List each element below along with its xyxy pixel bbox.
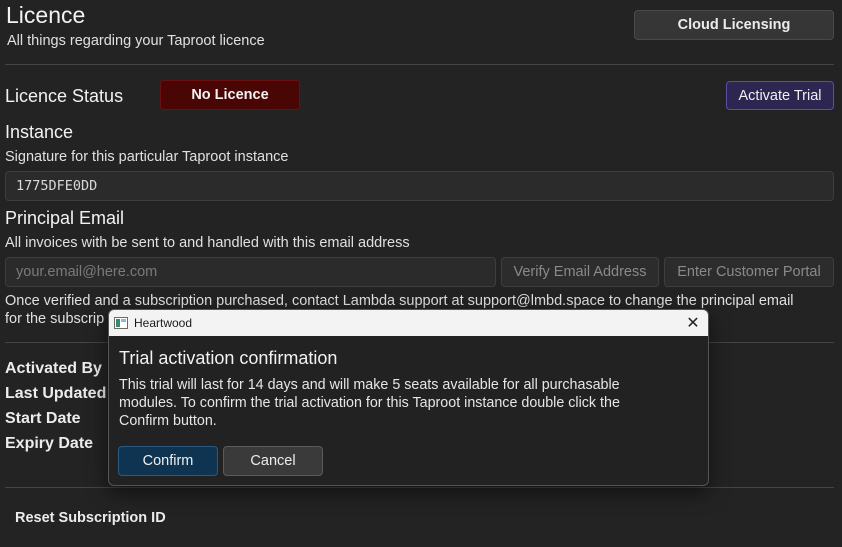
page-title: Licence — [6, 2, 86, 28]
cloud-licensing-button[interactable]: Cloud Licensing — [634, 10, 834, 40]
app-window-icon — [114, 317, 128, 329]
page-subtitle: All things regarding your Taproot licenc… — [7, 33, 265, 49]
dialog-body-line: modules. To confirm the trial activation… — [119, 395, 620, 411]
email-field[interactable] — [16, 264, 495, 280]
email-field-container — [5, 257, 496, 287]
dialog-body: This trial will last for 14 days and wil… — [119, 376, 679, 430]
instance-heading: Instance — [5, 122, 74, 142]
status-badge: No Licence — [160, 80, 300, 110]
divider — [5, 64, 834, 65]
instance-signature-field[interactable]: 1775DFE0DD — [5, 171, 834, 201]
principal-note-line2: for the subscrip — [5, 311, 105, 327]
reset-subscription-button[interactable]: Reset Subscription ID — [15, 510, 166, 526]
verify-email-button[interactable]: Verify Email Address — [501, 257, 659, 287]
trial-confirmation-dialog: Heartwood ✕ Trial activation confirmatio… — [108, 309, 709, 486]
principal-note-line1: Once verified and a subscription purchas… — [5, 293, 794, 309]
licence-status-label: Licence Status — [5, 86, 124, 106]
activated-by-label: Activated By — [5, 360, 102, 377]
instance-description: Signature for this particular Taproot in… — [5, 149, 289, 165]
principal-email-heading: Principal Email — [5, 208, 125, 228]
divider — [5, 487, 834, 488]
licence-page: Licence All things regarding your Taproo… — [0, 0, 842, 547]
confirm-button[interactable]: Confirm — [118, 446, 218, 476]
last-updated-label: Last Updated — [5, 385, 107, 402]
customer-portal-button[interactable]: Enter Customer Portal — [664, 257, 834, 287]
principal-email-description: All invoices with be sent to and handled… — [5, 235, 410, 251]
start-date-label: Start Date — [5, 410, 81, 427]
expiry-date-label: Expiry Date — [5, 435, 94, 452]
instance-signature-value: 1775DFE0DD — [16, 178, 98, 194]
cancel-button[interactable]: Cancel — [223, 446, 323, 476]
close-icon[interactable]: ✕ — [678, 310, 708, 336]
dialog-body-line: This trial will last for 14 days and wil… — [119, 377, 620, 393]
dialog-body-line: Confirm button. — [119, 413, 217, 429]
activate-trial-button[interactable]: Activate Trial — [726, 81, 834, 110]
dialog-app-name: Heartwood — [134, 316, 193, 330]
dialog-titlebar[interactable]: Heartwood ✕ — [109, 310, 708, 336]
dialog-heading: Trial activation confirmation — [119, 348, 338, 368]
